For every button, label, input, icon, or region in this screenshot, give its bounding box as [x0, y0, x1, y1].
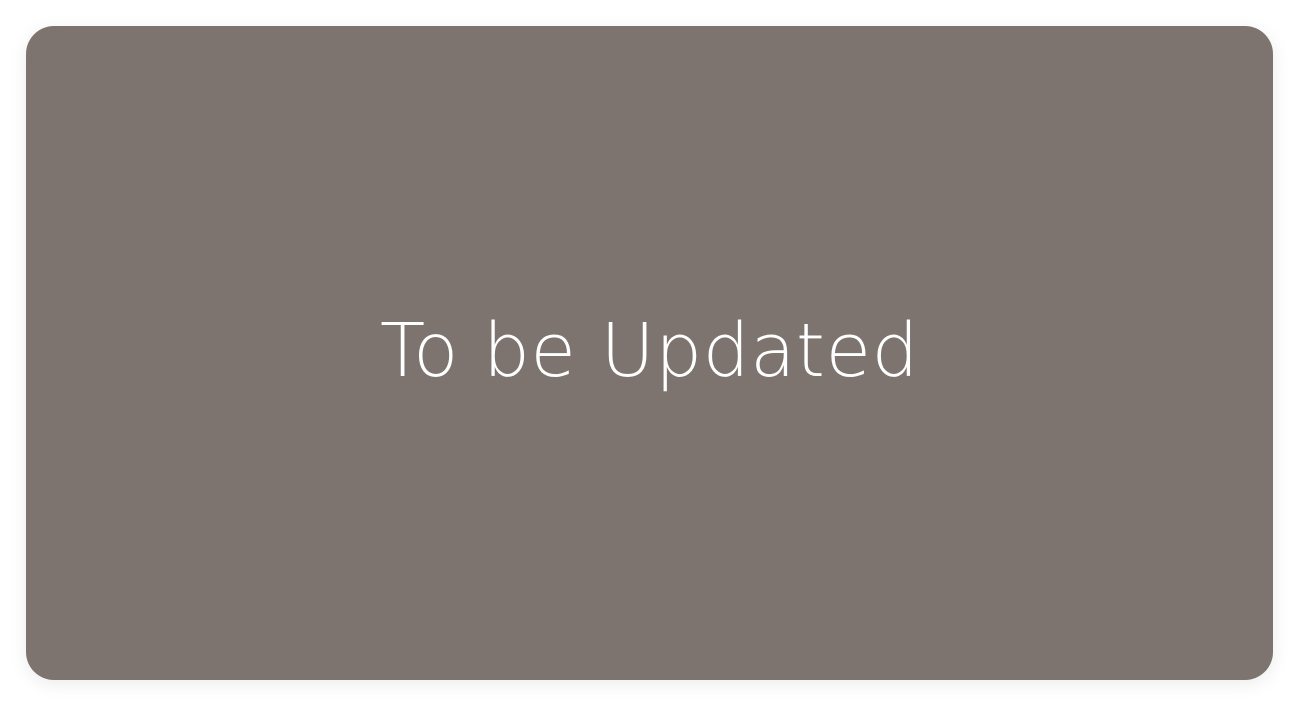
page: To be Updated	[0, 0, 1307, 714]
placeholder-card: To be Updated	[26, 26, 1273, 680]
placeholder-title: To be Updated	[380, 308, 919, 394]
